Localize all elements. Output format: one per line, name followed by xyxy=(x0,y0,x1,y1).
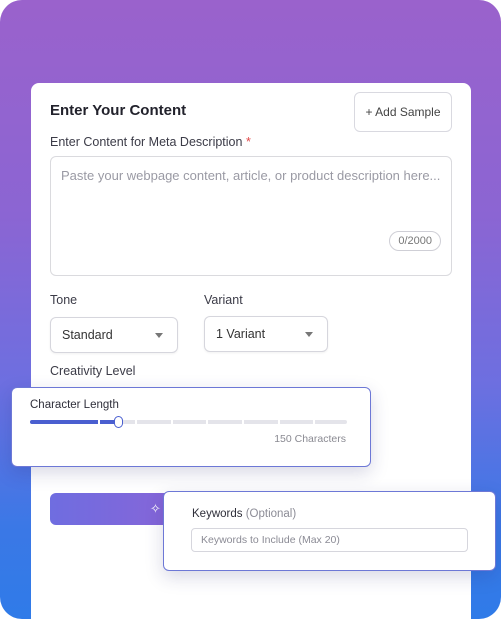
keywords-input[interactable]: Keywords to Include (Max 20) xyxy=(191,528,468,552)
keywords-optional-note: (Optional) xyxy=(245,508,297,520)
chevron-down-icon xyxy=(155,333,163,338)
character-length-panel: Character Length 150 Characters xyxy=(11,387,371,467)
required-mark: * xyxy=(245,135,251,149)
slider-segment-divider xyxy=(313,420,315,424)
keywords-panel: Keywords (Optional) Keywords to Include … xyxy=(163,491,496,571)
chevron-down-icon xyxy=(305,332,313,337)
content-label-text: Enter Content for Meta Description xyxy=(50,135,243,149)
keywords-placeholder: Keywords to Include (Max 20) xyxy=(201,534,340,546)
slider-segment-divider xyxy=(98,420,100,424)
character-length-value: 150 Characters xyxy=(274,433,346,445)
variant-label: Variant xyxy=(204,293,243,307)
content-field-label: Enter Content for Meta Description * xyxy=(50,135,251,149)
slider-segment-divider xyxy=(135,420,137,424)
content-placeholder: Paste your webpage content, article, or … xyxy=(61,168,441,183)
creativity-label: Creativity Level xyxy=(50,364,136,378)
character-length-label: Character Length xyxy=(30,399,119,411)
keywords-label: Keywords (Optional) xyxy=(192,508,296,520)
variant-select[interactable]: 1 Variant xyxy=(204,316,328,352)
tone-label: Tone xyxy=(50,293,78,307)
slider-segment-divider xyxy=(278,420,280,424)
char-counter: 0/2000 xyxy=(389,231,441,251)
add-sample-button[interactable]: + Add Sample xyxy=(354,92,452,132)
variant-selected-value: 1 Variant xyxy=(216,327,266,341)
slider-segment-divider xyxy=(242,420,244,424)
character-length-slider[interactable] xyxy=(30,416,347,428)
slider-fill xyxy=(30,420,119,424)
card-title: Enter Your Content xyxy=(50,102,187,119)
keywords-label-text: Keywords xyxy=(192,508,243,520)
slider-segment-divider xyxy=(171,420,173,424)
slider-thumb[interactable] xyxy=(114,416,123,428)
content-textarea[interactable]: Paste your webpage content, article, or … xyxy=(50,156,452,276)
magic-wand-icon: ✧ xyxy=(150,501,161,516)
tone-selected-value: Standard xyxy=(62,328,113,342)
slider-segment-divider xyxy=(206,420,208,424)
tone-select[interactable]: Standard xyxy=(50,317,178,353)
